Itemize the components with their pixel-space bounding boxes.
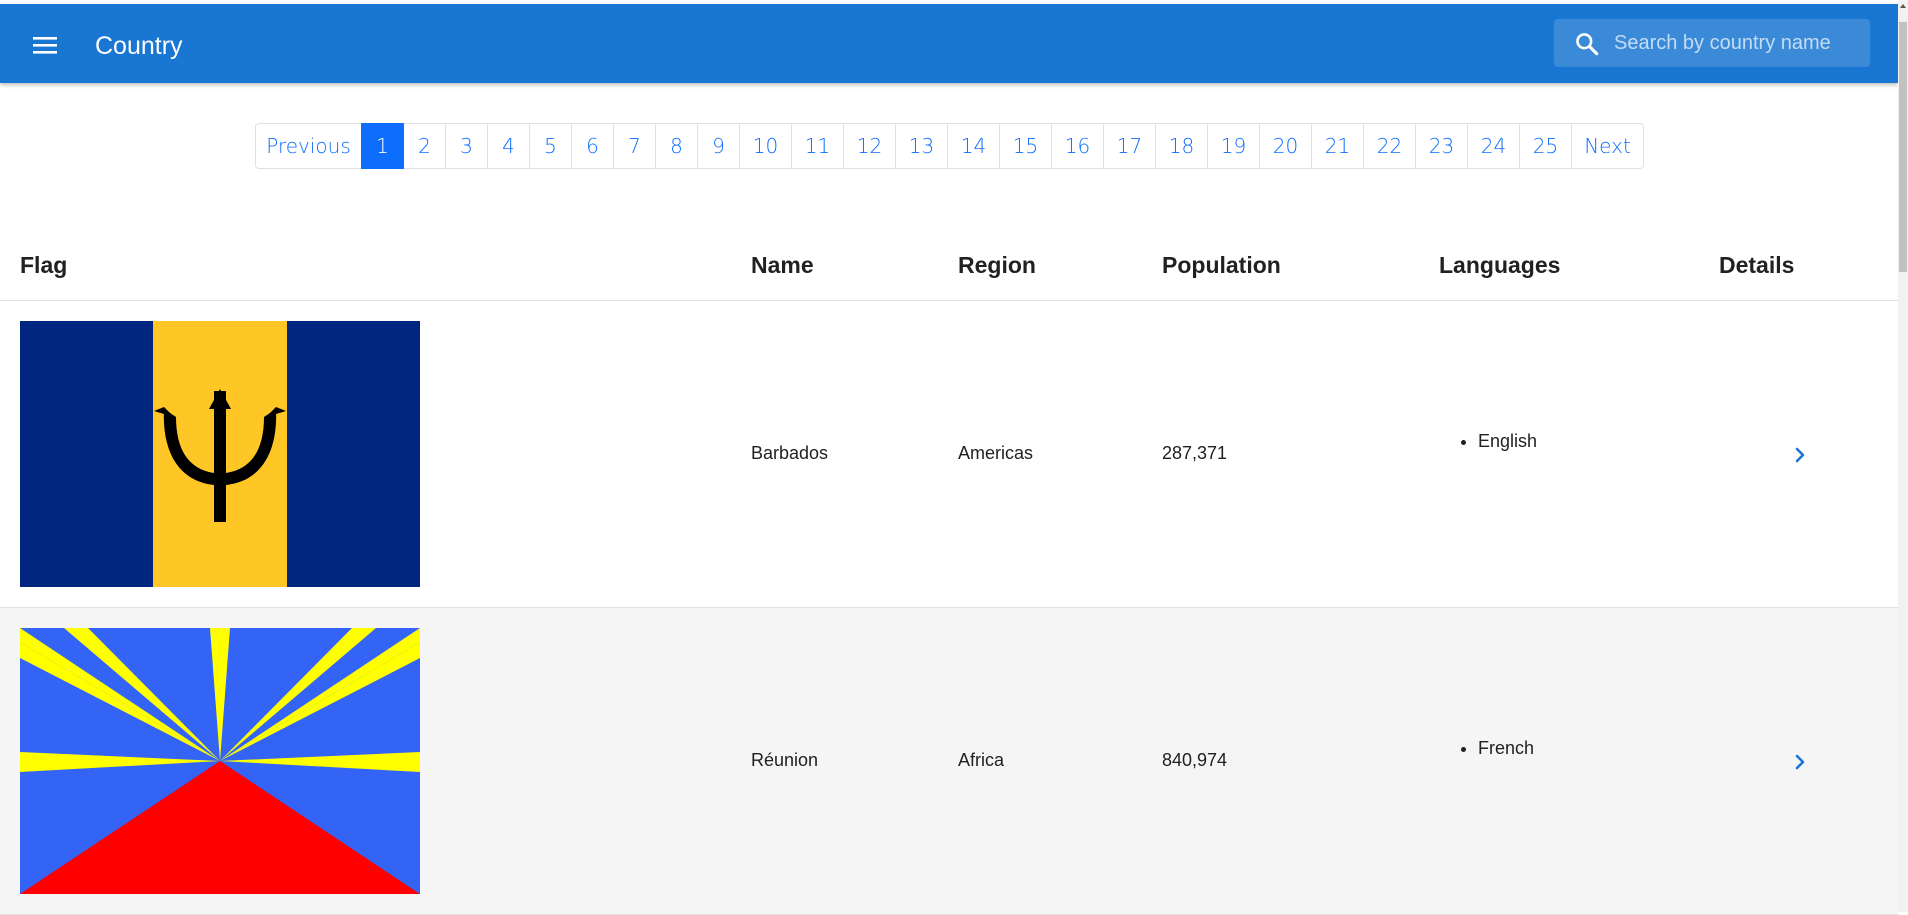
table-row: Barbados Americas 287,371 English bbox=[0, 301, 1898, 608]
barbados-flag bbox=[20, 321, 420, 587]
countries-table: Flag Name Region Population Languages De… bbox=[0, 230, 1898, 915]
menu-icon bbox=[33, 37, 57, 54]
search-input[interactable] bbox=[1614, 19, 1860, 67]
page-link-2[interactable]: 2 bbox=[403, 123, 446, 169]
page-link-24[interactable]: 24 bbox=[1467, 123, 1520, 169]
reunion-flag bbox=[20, 628, 420, 894]
page-link-21[interactable]: 21 bbox=[1311, 123, 1364, 169]
page-link-8[interactable]: 8 bbox=[655, 123, 698, 169]
pagination-previous[interactable]: Previous bbox=[255, 123, 362, 169]
page-link-14[interactable]: 14 bbox=[947, 123, 1000, 169]
country-population: 840,974 bbox=[1162, 750, 1228, 770]
header-name: Name bbox=[751, 252, 814, 278]
header-region: Region bbox=[958, 252, 1036, 278]
languages-list: English bbox=[1456, 429, 1537, 453]
scroll-up-arrow-icon[interactable] bbox=[1900, 4, 1906, 8]
header-languages: Languages bbox=[1439, 252, 1561, 278]
page-link-10[interactable]: 10 bbox=[739, 123, 792, 169]
scroll-thumb[interactable] bbox=[1899, 22, 1907, 272]
country-name: Barbados bbox=[751, 443, 829, 463]
languages-list: French bbox=[1456, 736, 1534, 760]
details-button[interactable] bbox=[1784, 746, 1816, 778]
table-header: Flag Name Region Population Languages De… bbox=[0, 230, 1898, 301]
page-link-18[interactable]: 18 bbox=[1155, 123, 1208, 169]
chevron-right-icon bbox=[1795, 447, 1805, 463]
page-link-6[interactable]: 6 bbox=[571, 123, 614, 169]
page-link-1[interactable]: 1 bbox=[361, 123, 404, 169]
page-link-11[interactable]: 11 bbox=[791, 123, 844, 169]
app-title: Country bbox=[95, 32, 183, 60]
pagination: Previous 1 2 3 4 5 6 7 8 9 10 11 12 13 1… bbox=[255, 123, 1644, 169]
page-link-9[interactable]: 9 bbox=[697, 123, 740, 169]
details-button[interactable] bbox=[1784, 439, 1816, 471]
table-row: Réunion Africa 840,974 French bbox=[0, 608, 1898, 915]
pagination-next[interactable]: Next bbox=[1571, 123, 1644, 169]
header-population: Population bbox=[1162, 252, 1281, 278]
search-icon bbox=[1576, 33, 1599, 56]
page-link-22[interactable]: 22 bbox=[1363, 123, 1416, 169]
header-details: Details bbox=[1719, 252, 1795, 278]
menu-button[interactable] bbox=[28, 28, 62, 62]
page-link-13[interactable]: 13 bbox=[895, 123, 948, 169]
page-link-25[interactable]: 25 bbox=[1519, 123, 1572, 169]
page-link-7[interactable]: 7 bbox=[613, 123, 656, 169]
vertical-scrollbar[interactable] bbox=[1898, 0, 1908, 912]
country-name: Réunion bbox=[751, 750, 819, 770]
language-item: English bbox=[1478, 429, 1537, 453]
app-bar: Country bbox=[0, 4, 1898, 83]
page-link-15[interactable]: 15 bbox=[999, 123, 1052, 169]
page-link-12[interactable]: 12 bbox=[843, 123, 896, 169]
page-link-23[interactable]: 23 bbox=[1415, 123, 1468, 169]
country-region: Americas bbox=[958, 443, 1034, 463]
page-link-19[interactable]: 19 bbox=[1207, 123, 1260, 169]
page-link-17[interactable]: 17 bbox=[1103, 123, 1156, 169]
language-item: French bbox=[1478, 736, 1534, 760]
country-region: Africa bbox=[958, 750, 1005, 770]
search-box[interactable] bbox=[1554, 19, 1870, 67]
page-link-4[interactable]: 4 bbox=[487, 123, 530, 169]
page-link-5[interactable]: 5 bbox=[529, 123, 572, 169]
page-link-3[interactable]: 3 bbox=[445, 123, 488, 169]
chevron-right-icon bbox=[1795, 754, 1805, 770]
header-flag: Flag bbox=[20, 252, 68, 278]
country-population: 287,371 bbox=[1162, 443, 1228, 463]
page-link-20[interactable]: 20 bbox=[1259, 123, 1312, 169]
page-link-16[interactable]: 16 bbox=[1051, 123, 1104, 169]
